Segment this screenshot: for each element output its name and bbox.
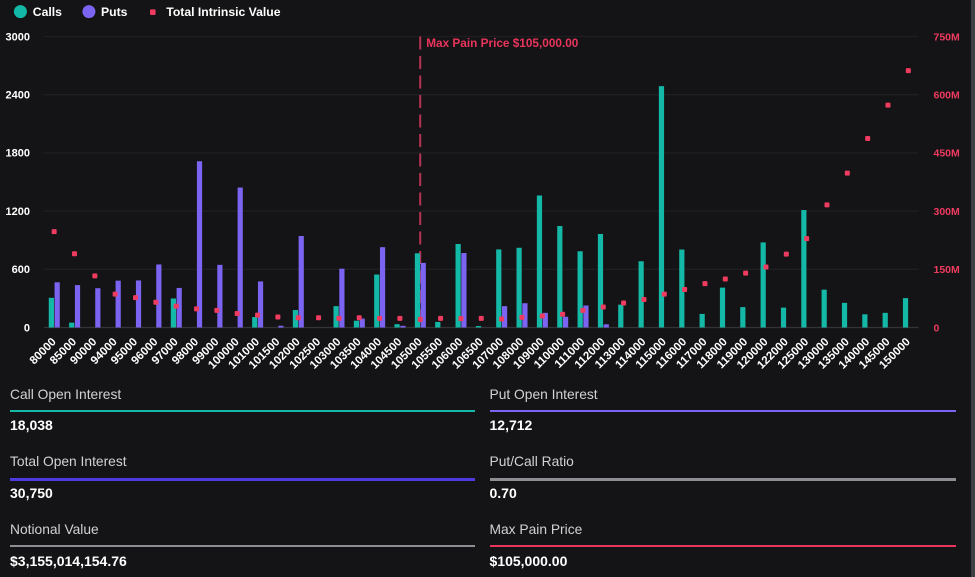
svg-text:300M: 300M: [934, 206, 961, 218]
svg-text:3000: 3000: [6, 31, 30, 43]
svg-text:Puts: Puts: [101, 5, 128, 19]
svg-text:450M: 450M: [934, 148, 961, 160]
svg-text:Total Intrinsic Value: Total Intrinsic Value: [166, 5, 280, 19]
svg-text:150M: 150M: [934, 264, 961, 276]
svg-text:0: 0: [24, 322, 30, 334]
svg-text:Calls: Calls: [33, 5, 62, 19]
svg-text:Max Pain Price $105,000.00: Max Pain Price $105,000.00: [426, 36, 579, 50]
svg-text:1800: 1800: [6, 148, 30, 160]
svg-text:600: 600: [12, 264, 30, 276]
svg-text:1200: 1200: [6, 206, 30, 218]
svg-text:600M: 600M: [934, 90, 961, 102]
svg-text:2400: 2400: [6, 90, 30, 102]
svg-text:0: 0: [934, 322, 940, 334]
svg-text:750M: 750M: [934, 31, 961, 43]
